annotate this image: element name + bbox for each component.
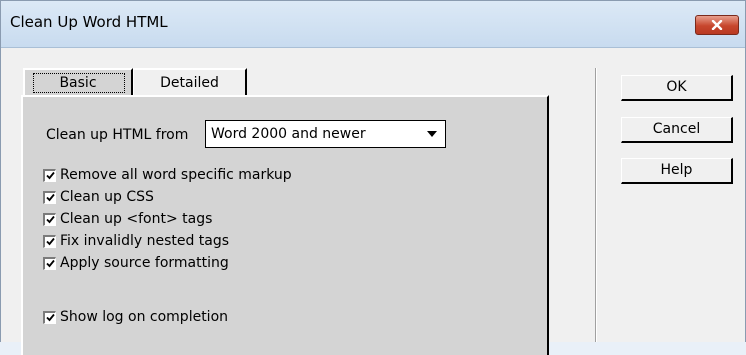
tab-basic[interactable]: Basic	[23, 68, 133, 95]
checkmark-icon	[45, 313, 55, 322]
checkmark-icon	[45, 215, 55, 224]
option-apply-source-formatting[interactable]: Apply source formatting	[43, 254, 229, 272]
dialog-window: Clean Up Word HTML Basic Detailed Clean …	[0, 0, 746, 355]
basic-tab-panel: Clean up HTML from Word 2000 and newer R…	[21, 95, 549, 355]
close-button[interactable]	[695, 15, 739, 35]
checkbox[interactable]	[43, 212, 56, 226]
help-button[interactable]: Help	[621, 158, 733, 184]
checkbox[interactable]	[43, 190, 56, 204]
option-clean-up-css[interactable]: Clean up CSS	[43, 188, 154, 206]
option-remove-word-markup[interactable]: Remove all word specific markup	[43, 166, 292, 184]
option-clean-up-font-tags[interactable]: Clean up <font> tags	[43, 210, 212, 228]
checkbox-label: Remove all word specific markup	[60, 167, 292, 183]
cleanup-from-value: Word 2000 and newer	[211, 126, 366, 142]
option-show-log[interactable]: Show log on completion	[43, 308, 228, 326]
checkbox[interactable]	[43, 256, 56, 270]
checkbox-label: Clean up CSS	[60, 189, 154, 205]
close-icon	[711, 20, 723, 30]
cleanup-from-select[interactable]: Word 2000 and newer	[205, 120, 446, 148]
checkmark-icon	[45, 171, 55, 180]
cleanup-from-label: Clean up HTML from	[46, 127, 189, 143]
checkbox-label: Fix invalidly nested tags	[60, 233, 230, 249]
checkbox[interactable]	[43, 234, 56, 248]
tab-detailed[interactable]: Detailed	[133, 68, 247, 95]
checkbox-label: Show log on completion	[60, 309, 229, 325]
vertical-divider	[595, 68, 597, 342]
dropdown-arrow-icon[interactable]	[427, 131, 437, 137]
window-title: Clean Up Word HTML	[10, 13, 168, 31]
tab-focus-rect	[33, 73, 125, 93]
ok-button[interactable]: OK	[621, 75, 733, 101]
option-fix-nested-tags[interactable]: Fix invalidly nested tags	[43, 232, 229, 250]
checkbox-label: Clean up <font> tags	[60, 211, 213, 227]
checkmark-icon	[45, 237, 55, 246]
checkbox[interactable]	[43, 168, 56, 182]
title-bar[interactable]: Clean Up Word HTML	[1, 1, 745, 48]
tab-detailed-label: Detailed	[160, 75, 219, 91]
checkbox-label: Apply source formatting	[60, 255, 229, 271]
dialog-client-area: Basic Detailed Clean up HTML from Word 2…	[1, 48, 745, 355]
cancel-button[interactable]: Cancel	[621, 117, 733, 143]
checkmark-icon	[45, 259, 55, 268]
checkmark-icon	[45, 193, 55, 202]
checkbox[interactable]	[43, 310, 56, 324]
